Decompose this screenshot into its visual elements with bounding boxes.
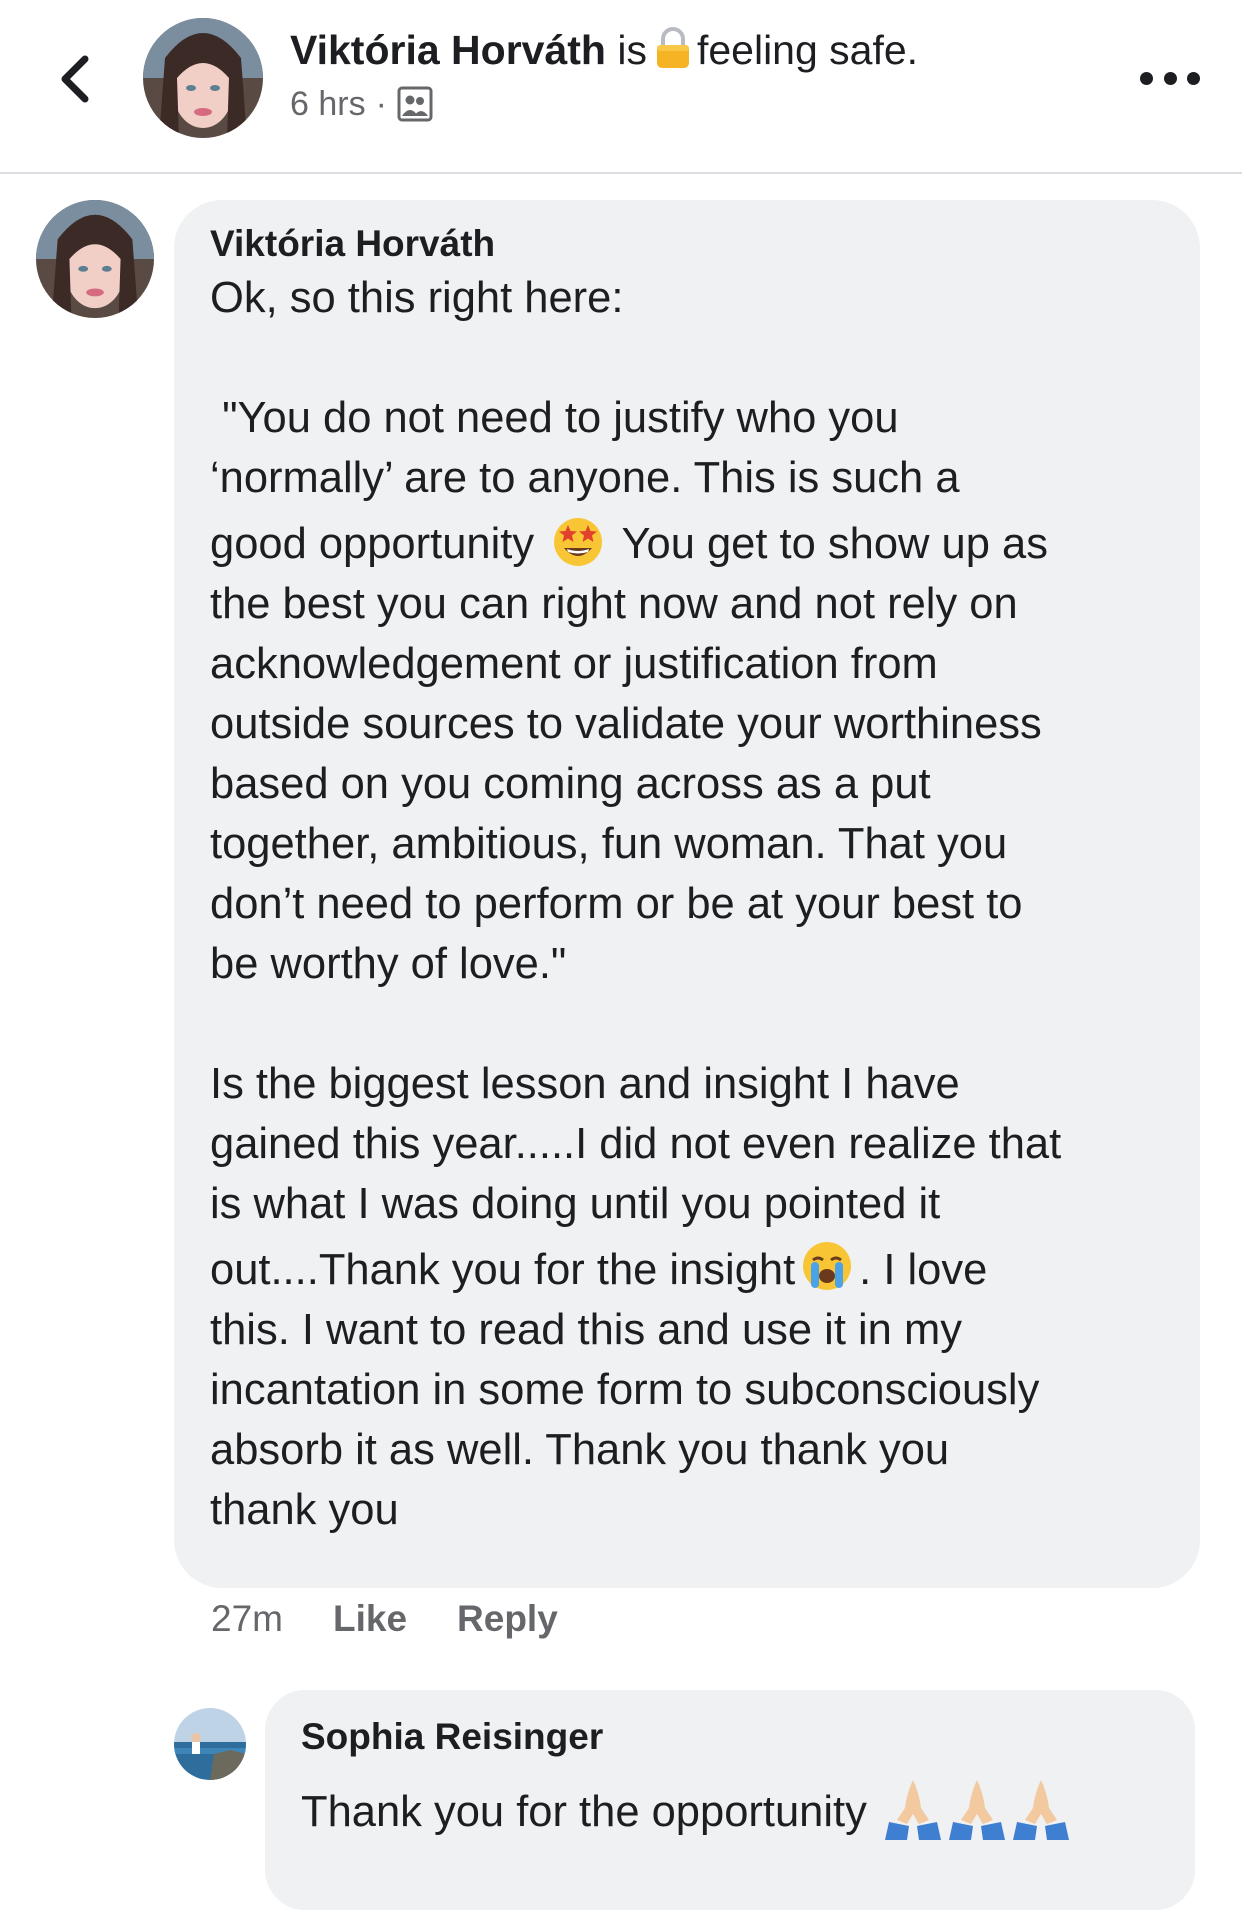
comment-text: good opportunity [210, 520, 535, 568]
author-name[interactable]: Viktória Horváth [290, 27, 606, 73]
comment-time[interactable]: 27m [211, 1594, 283, 1644]
author-avatar[interactable] [143, 18, 263, 138]
comment-line: based on you coming across as a put [210, 760, 931, 808]
post-title: Viktória Horváth is feeling safe. [290, 24, 918, 76]
loudly-crying-emoji [803, 1242, 852, 1290]
comment-line: thank you [210, 1486, 399, 1534]
comment-line: be worthy of love." [210, 940, 567, 988]
comment-line: acknowledgement or justification from [210, 640, 938, 688]
comment-line: the best you can right now and not rely … [210, 580, 1018, 628]
post-header: Viktória Horváth is feeling safe. 6 hrs … [0, 0, 1242, 174]
folded-hands-emoji [1012, 1780, 1069, 1840]
back-button[interactable] [44, 44, 104, 114]
comment-line: don’t need to perform or be at your best… [210, 880, 1023, 928]
comment-text: You get to show up as [621, 520, 1048, 568]
comment-text: out....Thank you for the insight [210, 1246, 796, 1294]
comment-line: is what I was doing until you pointed it [210, 1180, 941, 1228]
comment-line: incantation in some form to subconscious… [210, 1366, 1040, 1414]
friends-audience-icon[interactable] [397, 86, 433, 122]
comment-line: out....Thank you for the insight . I lov… [210, 1238, 1164, 1300]
lock-emoji [656, 27, 689, 68]
reply-bubble[interactable]: Sophia Reisinger Thank you for the oppor… [265, 1690, 1195, 1910]
comment-body: Ok, so this right here: "You do not need… [210, 268, 1164, 1540]
reply-body: Thank you for the opportunity [301, 1774, 1159, 1842]
verb-text: is [617, 27, 647, 73]
more-options-button[interactable] [1140, 60, 1200, 96]
comment-line: "You do not need to justify who you [210, 394, 899, 442]
post-meta: 6 hrs · [290, 82, 433, 126]
comment-line: together, ambitious, fun woman. That you [210, 820, 1008, 868]
comment-line: Is the biggest lesson and insight I have [210, 1060, 960, 1108]
comment-bubble[interactable]: Viktória Horváth Ok, so this right here:… [174, 200, 1200, 1588]
chevron-left-icon [61, 55, 89, 103]
star-struck-emoji [554, 518, 603, 566]
feeling-text[interactable]: feeling safe. [697, 27, 918, 73]
comment-line: good opportunity You get to show up as [210, 512, 1164, 574]
comment-line: outside sources to validate your worthin… [210, 700, 1042, 748]
more-dots-icon [1140, 71, 1153, 85]
comment-line: ‘normally’ are to anyone. This is such a [210, 454, 960, 502]
folded-hands-emoji [948, 1780, 1005, 1840]
comment-line: this. I want to read this and use it in … [210, 1306, 962, 1354]
reply-author[interactable]: Sophia Reisinger [301, 1712, 1159, 1762]
comment-line: Ok, so this right here: [210, 274, 624, 322]
reply-text: Thank you for the opportunity [301, 1788, 867, 1836]
commenter-avatar[interactable] [36, 200, 154, 318]
reply-avatar[interactable] [174, 1708, 246, 1780]
meta-separator: · [375, 85, 387, 123]
folded-hands-emoji [884, 1780, 941, 1840]
comment-line: absorb it as well. Thank you thank you [210, 1426, 950, 1474]
comment-line: gained this year.....I did not even real… [210, 1120, 1062, 1168]
comment-author[interactable]: Viktória Horváth [210, 220, 1164, 268]
comment-actions: 27m Like Reply [211, 1594, 558, 1644]
post-time[interactable]: 6 hrs [290, 82, 366, 126]
comment-text: . I love [859, 1246, 988, 1294]
like-button[interactable]: Like [333, 1594, 407, 1644]
reply-button[interactable]: Reply [457, 1594, 558, 1644]
